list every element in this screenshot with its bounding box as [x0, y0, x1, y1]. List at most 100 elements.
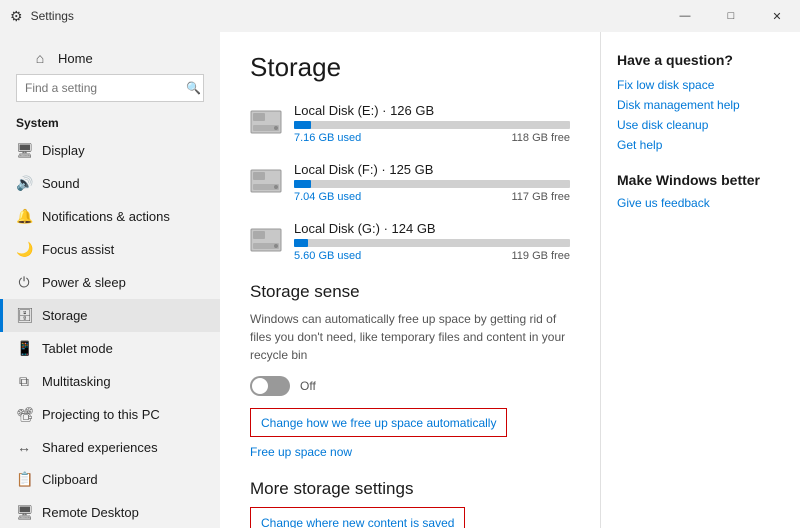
settings-icon: ⚙: [10, 8, 23, 25]
disk-bar-0: [294, 121, 570, 129]
disk-item-0: Local Disk (E:) · 126 GB 7.16 GB used 11…: [250, 103, 570, 144]
more-settings-box: Change where new content is saved Manage…: [250, 507, 465, 528]
sidebar-item-shared[interactable]: ↔ Shared experiences: [0, 431, 220, 463]
storage-sense-desc: Windows can automatically free up space …: [250, 310, 570, 364]
sound-icon: 🔊: [16, 175, 32, 192]
sidebar-item-storage[interactable]: 🗄 Storage: [0, 299, 220, 332]
notifications-icon: 🔔: [16, 208, 32, 225]
maximize-button[interactable]: □: [708, 0, 754, 32]
titlebar-left: ⚙ Settings: [10, 8, 74, 25]
close-button[interactable]: ✕: [754, 0, 800, 32]
projecting-icon: 📽: [16, 406, 32, 423]
sidebar-label-notifications: Notifications & actions: [42, 209, 170, 224]
more-link-0[interactable]: Change where new content is saved: [261, 516, 454, 528]
disk-fill-1: [294, 180, 311, 188]
remote-icon: 🖥: [16, 504, 32, 521]
sidebar-item-projecting[interactable]: 📽 Projecting to this PC: [0, 398, 220, 431]
storage-icon: 🗄: [16, 307, 32, 324]
disk-svg-0: [250, 110, 282, 136]
disk-used-2: 5.60 GB used: [294, 250, 361, 262]
disk-name-0: Local Disk (E:) · 126 GB: [294, 103, 570, 118]
right-panel: Have a question? Fix low disk space Disk…: [600, 32, 800, 528]
disk-free-1: 117 GB free: [512, 191, 571, 203]
sidebar-label-focus: Focus assist: [42, 242, 114, 257]
right-link-2[interactable]: Use disk cleanup: [617, 118, 784, 132]
disk-free-2: 119 GB free: [512, 250, 571, 262]
disk-stats-0: 7.16 GB used 118 GB free: [294, 132, 570, 144]
sidebar-item-display[interactable]: 🖥 Display: [0, 134, 220, 167]
disk-details-1: Local Disk (F:) · 125 GB 7.04 GB used 11…: [294, 162, 570, 203]
sidebar-item-sound[interactable]: 🔊 Sound: [0, 167, 220, 200]
disk-name-2: Local Disk (G:) · 124 GB: [294, 221, 570, 236]
feedback-title: Make Windows better: [617, 172, 784, 188]
system-label: System: [0, 108, 220, 134]
disk-details-0: Local Disk (E:) · 126 GB 7.16 GB used 11…: [294, 103, 570, 144]
storage-sense-toggle[interactable]: [250, 376, 290, 396]
sidebar-item-focus[interactable]: 🌙 Focus assist: [0, 233, 220, 266]
sidebar-label-power: Power & sleep: [42, 275, 126, 290]
sidebar-label-remote: Remote Desktop: [42, 505, 139, 520]
home-icon: ⌂: [32, 50, 48, 66]
sidebar: ⌂ Home 🔍 System 🖥 Display 🔊 Sound 🔔 Noti…: [0, 32, 220, 528]
disk-item-2: Local Disk (G:) · 124 GB 5.60 GB used 11…: [250, 221, 570, 262]
disk-icon-2: [250, 228, 282, 256]
right-link-0[interactable]: Fix low disk space: [617, 78, 784, 92]
window-title: Settings: [31, 9, 74, 23]
search-box[interactable]: 🔍: [16, 74, 204, 102]
sidebar-item-notifications[interactable]: 🔔 Notifications & actions: [0, 200, 220, 233]
titlebar: ⚙ Settings — □ ✕: [0, 0, 800, 32]
free-link[interactable]: Free up space now: [250, 445, 570, 459]
toggle-row: Off: [250, 376, 570, 396]
search-icon: 🔍: [186, 81, 201, 95]
shared-icon: ↔: [16, 439, 32, 455]
main-panel: Storage Local Disk (E:) · 126 GB 7.16 GB…: [220, 32, 600, 528]
sidebar-label-tablet: Tablet mode: [42, 341, 113, 356]
sidebar-label-clipboard: Clipboard: [42, 472, 98, 487]
main-content: ⌂ Home 🔍 System 🖥 Display 🔊 Sound 🔔 Noti…: [0, 32, 800, 528]
right-link-3[interactable]: Get help: [617, 138, 784, 152]
titlebar-controls: — □ ✕: [662, 0, 800, 32]
sidebar-item-multitasking[interactable]: ⧉ Multitasking: [0, 365, 220, 398]
sidebar-label-sound: Sound: [42, 176, 80, 191]
disk-bar-1: [294, 180, 570, 188]
tablet-icon: 📱: [16, 340, 32, 357]
change-link[interactable]: Change how we free up space automaticall…: [261, 416, 496, 430]
disk-fill-0: [294, 121, 311, 129]
page-title: Storage: [250, 52, 570, 83]
right-link-1[interactable]: Disk management help: [617, 98, 784, 112]
question-title: Have a question?: [617, 52, 784, 68]
disk-details-2: Local Disk (G:) · 124 GB 5.60 GB used 11…: [294, 221, 570, 262]
disk-used-1: 7.04 GB used: [294, 191, 361, 203]
disk-icon-0: [250, 110, 282, 138]
feedback-link[interactable]: Give us feedback: [617, 196, 784, 210]
minimize-button[interactable]: —: [662, 0, 708, 32]
multitasking-icon: ⧉: [16, 373, 32, 390]
sidebar-item-home[interactable]: ⌂ Home: [16, 42, 204, 74]
clipboard-icon: 📋: [16, 471, 32, 488]
disk-stats-2: 5.60 GB used 119 GB free: [294, 250, 570, 262]
disk-fill-2: [294, 239, 308, 247]
disk-item-1: Local Disk (F:) · 125 GB 7.04 GB used 11…: [250, 162, 570, 203]
disk-used-0: 7.16 GB used: [294, 132, 361, 144]
disk-free-0: 118 GB free: [512, 132, 571, 144]
disk-bar-2: [294, 239, 570, 247]
disk-icon-1: [250, 169, 282, 197]
disks-container: Local Disk (E:) · 126 GB 7.16 GB used 11…: [250, 103, 570, 262]
sidebar-label-storage: Storage: [42, 308, 88, 323]
disk-name-1: Local Disk (F:) · 125 GB: [294, 162, 570, 177]
disk-stats-1: 7.04 GB used 117 GB free: [294, 191, 570, 203]
sidebar-label-multitasking: Multitasking: [42, 374, 111, 389]
sidebar-item-power[interactable]: ⏻ Power & sleep: [0, 266, 220, 299]
power-icon: ⏻: [16, 274, 32, 291]
sidebar-item-remote[interactable]: 🖥 Remote Desktop: [0, 496, 220, 528]
focus-icon: 🌙: [16, 241, 32, 258]
disk-svg-1: [250, 169, 282, 195]
storage-sense-title: Storage sense: [250, 282, 570, 302]
search-input[interactable]: [25, 81, 180, 95]
sidebar-label-projecting: Projecting to this PC: [42, 407, 160, 422]
sidebar-item-tablet[interactable]: 📱 Tablet mode: [0, 332, 220, 365]
toggle-label: Off: [300, 379, 316, 393]
sidebar-header: ⌂ Home 🔍: [0, 32, 220, 108]
change-link-box: Change how we free up space automaticall…: [250, 408, 570, 437]
sidebar-item-clipboard[interactable]: 📋 Clipboard: [0, 463, 220, 496]
